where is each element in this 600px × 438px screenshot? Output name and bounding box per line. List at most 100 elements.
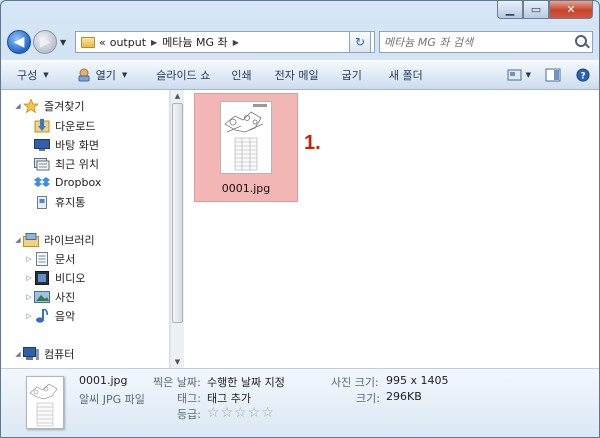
breadcrumb-separator-icon[interactable]: ▶ bbox=[151, 38, 157, 47]
close-button[interactable]: ✕ bbox=[549, 1, 593, 19]
rating-star-icon[interactable]: ☆ bbox=[234, 405, 247, 421]
recent-places-icon bbox=[34, 157, 50, 170]
search-input[interactable] bbox=[380, 34, 566, 50]
documents-icon bbox=[36, 251, 48, 266]
expand-arrow-icon[interactable]: ▷ bbox=[24, 312, 34, 320]
size-value: 296KB bbox=[386, 390, 422, 403]
preview-pane-icon[interactable] bbox=[545, 68, 561, 82]
libraries-icon bbox=[23, 232, 39, 247]
open-with-icon bbox=[78, 68, 90, 82]
nav-recycle-bin[interactable]: 휴지통 bbox=[34, 193, 85, 210]
breadcrumb-current[interactable]: 메타늄 MG 좌 bbox=[162, 34, 228, 50]
breadcrumb-overflow[interactable]: « bbox=[99, 36, 106, 49]
rating-star-icon[interactable]: ☆ bbox=[261, 405, 274, 421]
print-button[interactable]: 인쇄 bbox=[219, 64, 260, 86]
rating-star-icon[interactable]: ☆ bbox=[207, 405, 220, 421]
dropdown-arrow-icon: ▼ bbox=[43, 71, 49, 79]
dimensions-value: 995 x 1405 bbox=[386, 374, 449, 387]
forward-arrow-icon: ▶ bbox=[39, 34, 51, 50]
breadcrumb-separator-icon[interactable]: ▶ bbox=[233, 38, 239, 47]
nav-dropbox[interactable]: Dropbox bbox=[34, 174, 101, 191]
toolbar-right-group: ▼ ? bbox=[497, 68, 599, 82]
file-name-label: 0001.jpg bbox=[221, 182, 271, 195]
pictures-icon bbox=[34, 290, 50, 303]
search-icon[interactable] bbox=[575, 35, 587, 47]
rating-label: 등급: bbox=[177, 408, 201, 421]
annotation-label: 1. bbox=[304, 132, 321, 154]
rating-star-icon[interactable]: ☆ bbox=[248, 405, 261, 421]
minimize-button[interactable]: ▁ bbox=[497, 1, 523, 19]
explorer-window: ▁ ▭ ✕ ◀ ▶ ▼ « output ▶ 메타늄 MG 좌 ▶ ▼ ↻ 구성… bbox=[0, 0, 600, 438]
scrollbar-thumb[interactable] bbox=[172, 103, 183, 323]
computer-icon bbox=[23, 346, 39, 360]
refresh-button[interactable]: ↻ bbox=[349, 31, 371, 53]
nav-recent-places[interactable]: 최근 위치 bbox=[34, 155, 99, 172]
videos-icon bbox=[35, 270, 49, 285]
expand-arrow-icon[interactable]: ▷ bbox=[24, 255, 34, 263]
search-box[interactable] bbox=[379, 31, 593, 53]
details-file-type: 알씨 JPG 파일 bbox=[79, 393, 145, 406]
burn-button[interactable]: 굽기 bbox=[328, 64, 371, 86]
details-file-name: 0001.jpg bbox=[79, 374, 128, 387]
collapse-arrow-icon[interactable]: ◢ bbox=[13, 236, 23, 244]
maximize-button[interactable]: ▭ bbox=[523, 1, 549, 19]
back-arrow-icon: ◀ bbox=[13, 34, 25, 50]
tags-value[interactable]: 태그 추가 bbox=[207, 390, 251, 406]
address-bar[interactable]: « output ▶ 메타늄 MG 좌 ▶ ▼ bbox=[75, 31, 375, 53]
caption-buttons: ▁ ▭ ✕ bbox=[497, 1, 593, 21]
dropbox-icon bbox=[34, 176, 50, 187]
expand-arrow-icon[interactable]: ▷ bbox=[24, 293, 34, 301]
expand-arrow-icon[interactable]: ▷ bbox=[24, 274, 34, 282]
navigation-scrollbar[interactable]: ▲ ▼ bbox=[170, 90, 184, 368]
recent-pages-dropdown[interactable]: ▼ bbox=[60, 38, 66, 47]
image-thumbnail bbox=[220, 101, 272, 174]
open-button[interactable]: 열기 ▼ bbox=[58, 64, 137, 86]
rating-stars[interactable]: ☆ ☆ ☆ ☆ ☆ bbox=[207, 405, 275, 421]
collapse-arrow-icon[interactable]: ◢ bbox=[13, 350, 23, 358]
desktop-icon bbox=[34, 138, 50, 151]
nav-desktop[interactable]: 바탕 화면 bbox=[34, 136, 99, 153]
folder-icon bbox=[81, 36, 95, 48]
nav-downloads[interactable]: 다운로드 bbox=[34, 117, 95, 134]
details-thumbnail bbox=[26, 376, 64, 429]
slideshow-button[interactable]: 슬라이드 쇼 bbox=[136, 64, 219, 86]
star-icon bbox=[23, 98, 39, 113]
music-icon bbox=[36, 308, 48, 323]
nav-documents[interactable]: ▷ 문서 bbox=[24, 250, 75, 267]
nav-libraries[interactable]: ◢ 라이브러리 bbox=[13, 231, 95, 248]
scroll-down-icon[interactable]: ▼ bbox=[171, 356, 184, 368]
details-pane: 0001.jpg 알씨 JPG 파일 찍은 날짜: 수행한 날짜 지정 태그: … bbox=[1, 368, 599, 437]
command-bar: 구성 ▼ 열기 ▼ 슬라이드 쇼 인쇄 전자 메일 굽기 새 폴더 ▼ ? bbox=[1, 60, 599, 90]
file-item[interactable]: 0001.jpg bbox=[194, 93, 298, 202]
size-label: 크기: bbox=[356, 392, 380, 405]
date-taken-label: 찍은 날짜: bbox=[153, 376, 201, 389]
rating-star-icon[interactable]: ☆ bbox=[221, 405, 234, 421]
recycle-bin-icon bbox=[37, 195, 47, 209]
file-list: 0001.jpg 1. bbox=[184, 90, 599, 368]
refresh-icon: ↻ bbox=[354, 35, 366, 49]
collapse-arrow-icon[interactable]: ◢ bbox=[13, 102, 23, 110]
back-button[interactable]: ◀ bbox=[7, 30, 31, 54]
scroll-up-icon[interactable]: ▲ bbox=[171, 90, 184, 102]
date-taken-value[interactable]: 수행한 날짜 지정 bbox=[207, 374, 285, 390]
view-dropdown-icon[interactable]: ▼ bbox=[526, 71, 531, 79]
breadcrumb-output[interactable]: output bbox=[110, 36, 146, 49]
nav-computer[interactable]: ◢ 컴퓨터 bbox=[13, 345, 74, 362]
nav-pictures[interactable]: ▷ 사진 bbox=[24, 288, 75, 305]
email-button[interactable]: 전자 메일 bbox=[261, 64, 328, 86]
address-row: ◀ ▶ ▼ « output ▶ 메타늄 MG 좌 ▶ ▼ ↻ bbox=[7, 29, 593, 57]
view-options-icon[interactable] bbox=[507, 68, 523, 82]
navigation-pane: ◢ 즐겨찾기 다운로드 바탕 화면 최근 위치 Dropbox 휴지통 ◢ 라이… bbox=[1, 90, 170, 368]
downloads-folder-icon bbox=[34, 118, 50, 132]
new-folder-button[interactable]: 새 폴더 bbox=[371, 64, 432, 86]
nav-videos[interactable]: ▷ 비디오 bbox=[24, 269, 85, 286]
dimensions-label: 사진 크기: bbox=[331, 376, 379, 389]
svg-text:?: ? bbox=[580, 72, 585, 82]
organize-button[interactable]: 구성 ▼ bbox=[1, 64, 58, 86]
tags-label: 태그: bbox=[177, 392, 201, 405]
nav-music[interactable]: ▷ 음악 bbox=[24, 307, 75, 324]
exploded-diagram-icon bbox=[29, 383, 58, 427]
help-icon[interactable]: ? bbox=[575, 68, 591, 82]
forward-button[interactable]: ▶ bbox=[33, 30, 57, 54]
nav-favorites[interactable]: ◢ 즐겨찾기 bbox=[13, 97, 84, 114]
